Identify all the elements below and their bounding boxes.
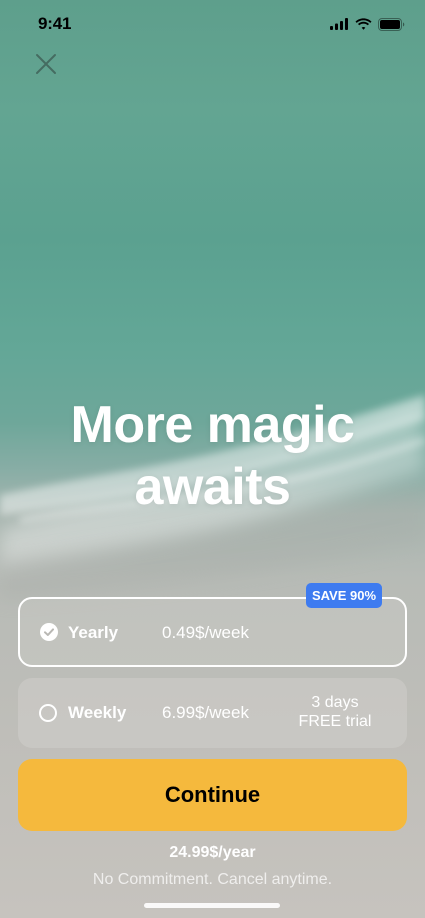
- check-circle-icon: [40, 623, 58, 641]
- save-badge: SAVE 90%: [306, 583, 382, 608]
- radio-empty-icon: [39, 704, 57, 722]
- signal-icon: [330, 18, 348, 30]
- close-icon: [36, 54, 56, 74]
- commitment-note: No Commitment. Cancel anytime.: [92, 871, 333, 888]
- plan-price: 6.99$/week: [162, 703, 249, 722]
- status-bar: 9:41: [0, 0, 425, 48]
- status-time: 9:41: [38, 14, 72, 33]
- plan-name: Yearly: [68, 623, 119, 642]
- headline: More magic awaits: [70, 396, 355, 516]
- plan-option-weekly[interactable]: Weekly 6.99$/week 3 days FREE trial: [18, 678, 407, 748]
- trial-label: 3 days FREE trial: [298, 694, 372, 730]
- plan-price: 0.49$/week: [162, 623, 249, 642]
- battery-icon: [378, 17, 405, 31]
- home-indicator: [144, 903, 280, 908]
- price-summary: 24.99$/year: [169, 844, 256, 861]
- continue-button[interactable]: Continue: [18, 759, 407, 831]
- plan-name: Weekly: [68, 703, 127, 722]
- wifi-icon: [355, 18, 372, 30]
- close-button[interactable]: [30, 48, 62, 80]
